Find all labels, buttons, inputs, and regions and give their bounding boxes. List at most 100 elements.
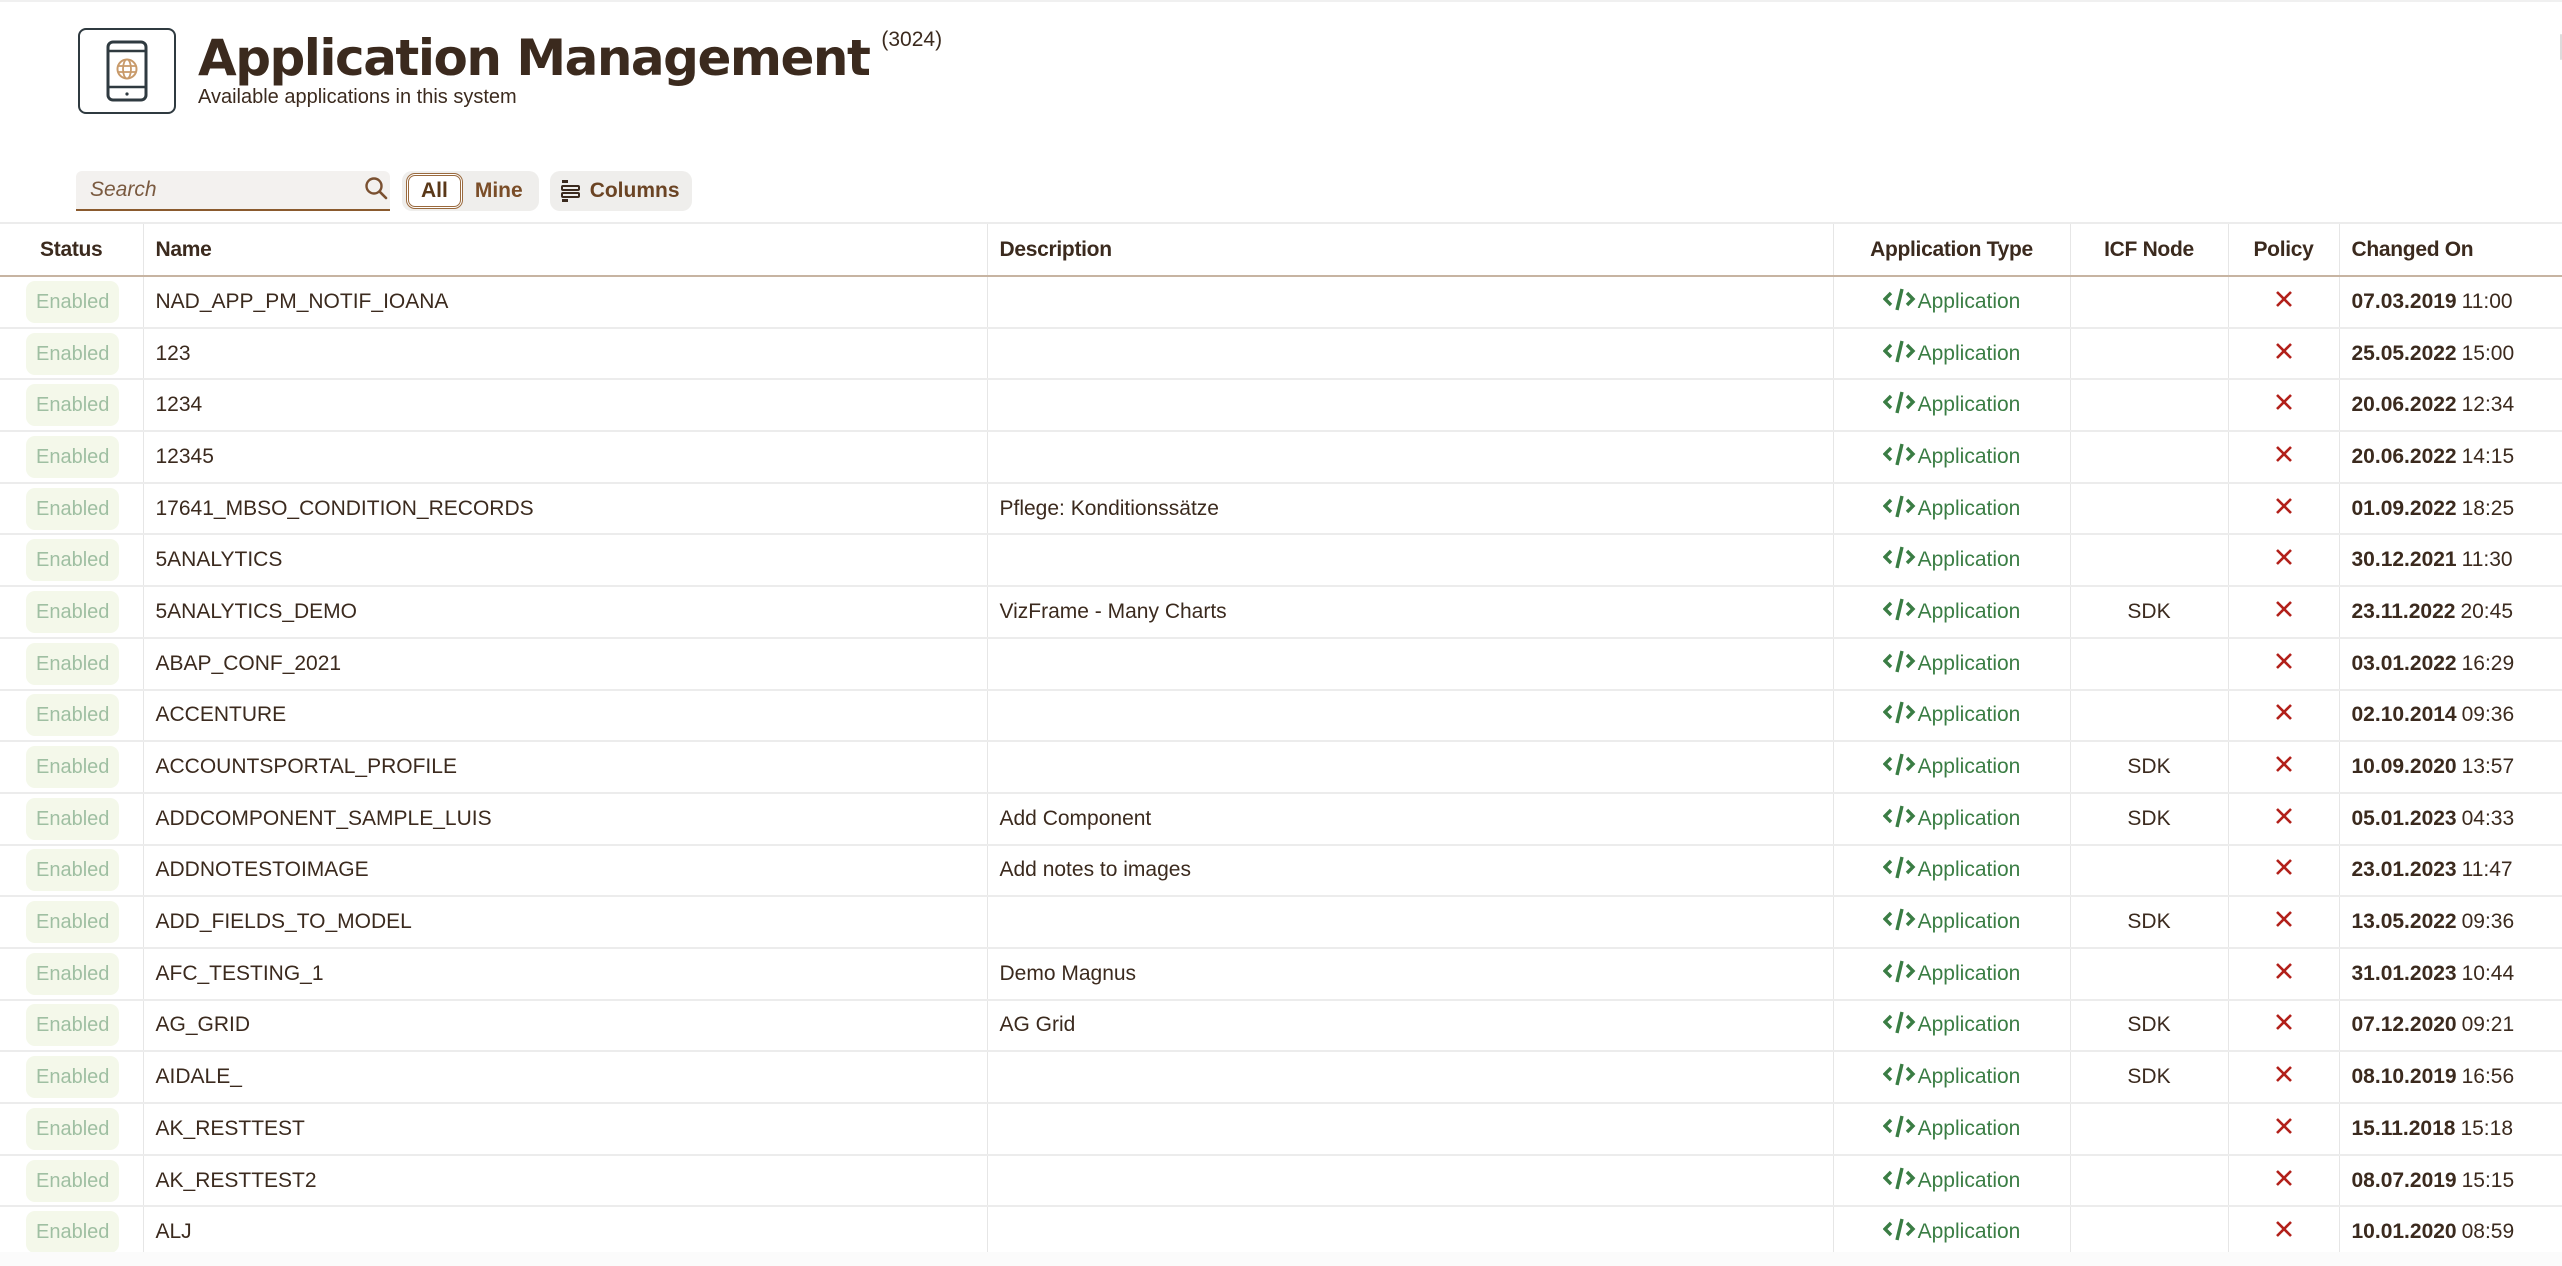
description-cell: Add Component [987, 792, 1834, 845]
column-header-application-type[interactable]: Application Type [1833, 223, 2071, 276]
name-cell[interactable]: ADD_FIELDS_TO_MODEL [143, 896, 988, 948]
name-cell[interactable]: 17641_MBSO_CONDITION_RECORDS [143, 482, 988, 535]
description-cell: Demo Magnus [987, 947, 1834, 1000]
table-row[interactable]: Enabled 1234 Application 20.06.2022 12:34 [0, 379, 2562, 432]
name-cell[interactable]: ADDNOTESTOIMAGE [143, 844, 988, 897]
table-row[interactable]: Enabled AIDALE_ Application SDK 08.10.20… [0, 1051, 2562, 1103]
changed-time: 10:44 [2461, 961, 2515, 985]
table-row[interactable]: Enabled NAD_APP_PM_NOTIF_IOANA Applicati… [0, 276, 2562, 328]
column-header-status[interactable]: Status [0, 223, 144, 276]
top-divider [0, 0, 2562, 2]
status-cell: Enabled [0, 534, 144, 587]
close-icon [2275, 342, 2293, 360]
application-type: Application [1882, 442, 2020, 472]
code-icon [1882, 1062, 1918, 1092]
status-cell: Enabled [0, 586, 144, 638]
name-cell[interactable]: ACCOUNTSPORTAL_PROFILE [143, 741, 988, 793]
icf-node-cell: SDK [2070, 1051, 2229, 1103]
changed-on-cell: 20.06.2022 14:15 [2339, 431, 2562, 483]
application-type-cell: Application [1833, 999, 2071, 1052]
status-cell: Enabled [0, 1103, 144, 1155]
name-cell[interactable]: AK_RESTTEST2 [143, 1154, 988, 1207]
icf-node-cell [2070, 1154, 2229, 1207]
table-row[interactable]: Enabled AG_GRID AG Grid Application SDK … [0, 999, 2562, 1052]
table-row[interactable]: Enabled ADD_FIELDS_TO_MODEL Application … [0, 896, 2562, 948]
icf-node-cell: SDK [2070, 999, 2229, 1052]
description-cell [987, 534, 1834, 587]
column-header-description[interactable]: Description [987, 223, 1834, 276]
close-icon [2275, 445, 2293, 463]
table-row[interactable]: Enabled 17641_MBSO_CONDITION_RECORDS Pfl… [0, 482, 2562, 535]
filter-segmented-control: All Mine [402, 171, 539, 211]
name-cell[interactable]: 123 [143, 327, 988, 380]
table-row[interactable]: Enabled 123 Application 25.05.2022 15:00 [0, 327, 2562, 380]
close-icon [2275, 1220, 2293, 1238]
table-row[interactable]: Enabled 12345 Application 20.06.2022 14:1… [0, 431, 2562, 483]
name-cell[interactable]: ADDCOMPONENT_SAMPLE_LUIS [143, 792, 988, 845]
search-field[interactable] [76, 171, 390, 211]
filter-mine-button[interactable]: Mine [463, 173, 535, 209]
column-header-changed-on[interactable]: Changed On [2339, 223, 2562, 276]
search-input[interactable] [90, 178, 364, 202]
description-cell: Pflege: Konditionssätze [987, 482, 1834, 535]
status-badge: Enabled [26, 952, 120, 995]
table-row[interactable]: Enabled ADDCOMPONENT_SAMPLE_LUIS Add Com… [0, 792, 2562, 845]
application-type-cell: Application [1833, 896, 2071, 948]
columns-button[interactable]: Columns [549, 171, 692, 211]
changed-date: 10.01.2020 [2351, 1220, 2457, 1244]
table-row[interactable]: Enabled 5ANALYTICS_DEMO VizFrame - Many … [0, 586, 2562, 638]
status-cell: Enabled [0, 379, 144, 432]
column-header-policy[interactable]: Policy [2228, 223, 2340, 276]
close-icon [2275, 652, 2293, 670]
name-cell[interactable]: ABAP_CONF_2021 [143, 637, 988, 690]
name-cell[interactable]: AIDALE_ [143, 1051, 988, 1103]
application-type-cell: Application [1833, 637, 2071, 690]
name-cell[interactable]: AG_GRID [143, 999, 988, 1052]
changed-on-cell: 05.01.2023 04:33 [2339, 793, 2562, 845]
policy-cell [2228, 741, 2340, 793]
application-type: Application [1882, 1114, 2020, 1144]
name-cell[interactable]: 5ANALYTICS_DEMO [143, 586, 988, 638]
changed-date: 23.11.2022 [2351, 599, 2456, 623]
application-type: Application [1882, 1010, 2020, 1040]
status-cell: Enabled [0, 637, 144, 690]
changed-date: 30.12.2021 [2351, 548, 2457, 572]
table-row[interactable]: Enabled ADDNOTESTOIMAGE Add notes to ima… [0, 844, 2562, 897]
name-cell[interactable]: AK_RESTTEST [143, 1103, 988, 1155]
code-icon [1882, 442, 1918, 472]
table-bottom-fade [0, 1252, 2562, 1266]
table-row[interactable]: Enabled ALJ Application 10.01.2020 08:59 [0, 1206, 2562, 1259]
changed-date: 23.01.2023 [2351, 858, 2457, 882]
name-cell[interactable]: 12345 [143, 431, 988, 483]
filter-all-button[interactable]: All [406, 173, 463, 209]
changed-date: 31.01.2023 [2351, 961, 2457, 985]
name-cell[interactable]: NAD_APP_PM_NOTIF_IOANA [143, 276, 988, 328]
changed-on-cell: 07.03.2019 11:00 [2339, 276, 2562, 328]
search-icon[interactable] [364, 176, 388, 205]
table-row[interactable]: Enabled ACCOUNTSPORTAL_PROFILE Applicati… [0, 741, 2562, 793]
description-cell [987, 637, 1834, 690]
close-icon [2275, 807, 2293, 825]
name-cell[interactable]: 1234 [143, 379, 988, 432]
table-row[interactable]: Enabled AK_RESTTEST2 Application 08.07.2… [0, 1154, 2562, 1207]
page-header: Application Management (3024) Available … [78, 28, 942, 114]
name-cell[interactable]: AFC_TESTING_1 [143, 947, 988, 1000]
changed-on-cell: 10.09.2020 13:57 [2339, 741, 2562, 793]
policy-cell [2228, 1051, 2340, 1103]
table-row[interactable]: Enabled AK_RESTTEST Application 15.11.20… [0, 1103, 2562, 1155]
name-cell[interactable]: ALJ [143, 1206, 988, 1259]
changed-time: 15:00 [2461, 341, 2515, 365]
table-row[interactable]: Enabled ABAP_CONF_2021 Application 03.01… [0, 637, 2562, 690]
name-cell[interactable]: ACCENTURE [143, 689, 988, 742]
table-row[interactable]: Enabled 5ANALYTICS Application 30.12.202… [0, 534, 2562, 587]
page-subtitle: Available applications in this system [198, 86, 517, 108]
policy-cell [2228, 1154, 2340, 1207]
table-row[interactable]: Enabled ACCENTURE Application 02.10.2014… [0, 689, 2562, 742]
description-cell [987, 1206, 1834, 1259]
table-row[interactable]: Enabled AFC_TESTING_1 Demo Magnus Applic… [0, 947, 2562, 1000]
column-header-name[interactable]: Name [143, 223, 988, 276]
icf-node-cell [2070, 1103, 2229, 1155]
column-header-icf-node[interactable]: ICF Node [2070, 223, 2229, 276]
changed-on-cell: 15.11.2018 15:18 [2339, 1103, 2562, 1155]
name-cell[interactable]: 5ANALYTICS [143, 534, 988, 587]
